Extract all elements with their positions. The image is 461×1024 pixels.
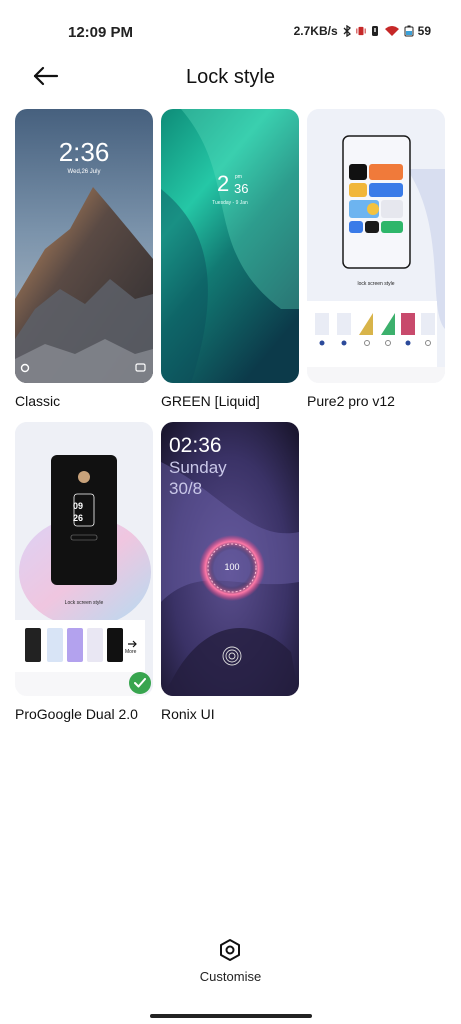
green-liquid-thumbnail[interactable]: 2 pm 36 Tuesday - 9 Jan — [161, 109, 299, 383]
status-icons: 2.7KB/s 59 — [294, 24, 431, 38]
style-card-progoogle-dual[interactable]: 09 26 Lock screen style More ProGoogle D… — [15, 422, 153, 722]
lock-hour: 2 — [217, 171, 230, 196]
ronix-thumbnail[interactable]: 02:36 Sunday 30/8 100 — [161, 422, 299, 696]
lock-minute: 26 — [73, 513, 84, 523]
vibrate-icon — [355, 26, 366, 36]
battery-icon — [404, 25, 414, 37]
preview-caption: lock screen style — [357, 281, 395, 287]
lock-date: Tuesday - 9 Jan — [212, 200, 248, 206]
preview-caption: Lock screen style — [64, 600, 104, 606]
customise-button[interactable]: Customise — [200, 938, 261, 986]
lock-clock: 2:36 — [58, 137, 110, 167]
battery-level: 59 — [417, 24, 431, 38]
style-label: Ronix UI — [161, 706, 215, 722]
style-label: GREEN [Liquid] — [161, 393, 260, 409]
wifi-icon — [384, 26, 399, 36]
style-card-green-liquid[interactable]: 2 pm 36 Tuesday - 9 Jan GREEN [Liquid] — [161, 109, 299, 409]
hexagon-gear-icon — [220, 939, 241, 961]
aurora-wallpaper — [161, 109, 299, 383]
more-label: More — [125, 649, 137, 655]
lock-date: Wed,26 July — [67, 169, 101, 175]
progoogle-thumbnail[interactable]: 09 26 Lock screen style More — [15, 422, 153, 696]
lock-minute: 36 — [234, 181, 249, 196]
lock-ampm: pm — [235, 174, 242, 180]
style-label: Classic — [15, 393, 61, 409]
pure2-preview — [307, 109, 445, 383]
home-indicator[interactable] — [150, 1014, 312, 1018]
status-time: 12:09 PM — [68, 24, 134, 41]
selected-check-icon — [129, 672, 151, 694]
style-label: Pure2 pro v12 — [307, 393, 395, 409]
battery-percent: 100 — [224, 562, 240, 572]
status-bar: 12:09 PM 2.7KB/s 59 — [0, 0, 461, 64]
classic-thumbnail[interactable]: 2:36 Wed,26 July — [15, 109, 153, 383]
customise-area: Customise — [0, 938, 461, 986]
style-card-pure2-pro[interactable]: lock screen style Pure2 pro v12 — [307, 109, 445, 409]
alarm-icon — [371, 26, 378, 36]
style-label: ProGoogle Dual 2.0 — [15, 706, 138, 722]
lock-day: Sunday — [169, 458, 227, 477]
lock-date: 30/8 — [169, 479, 203, 498]
customise-label: Customise — [199, 969, 262, 984]
page-title: Lock style — [186, 66, 275, 88]
network-speed: 2.7KB/s — [293, 24, 338, 38]
bluetooth-icon — [343, 25, 351, 37]
style-card-classic[interactable]: 2:36 Wed,26 July Classic — [15, 109, 153, 409]
lock-hour: 09 — [73, 501, 84, 511]
pure2-thumbnail[interactable]: lock screen style — [307, 109, 445, 383]
lock-clock: 02:36 — [169, 434, 222, 457]
style-card-ronix-ui[interactable]: 02:36 Sunday 30/8 100 Ronix UI — [161, 422, 299, 722]
header: Lock style — [0, 64, 461, 112]
